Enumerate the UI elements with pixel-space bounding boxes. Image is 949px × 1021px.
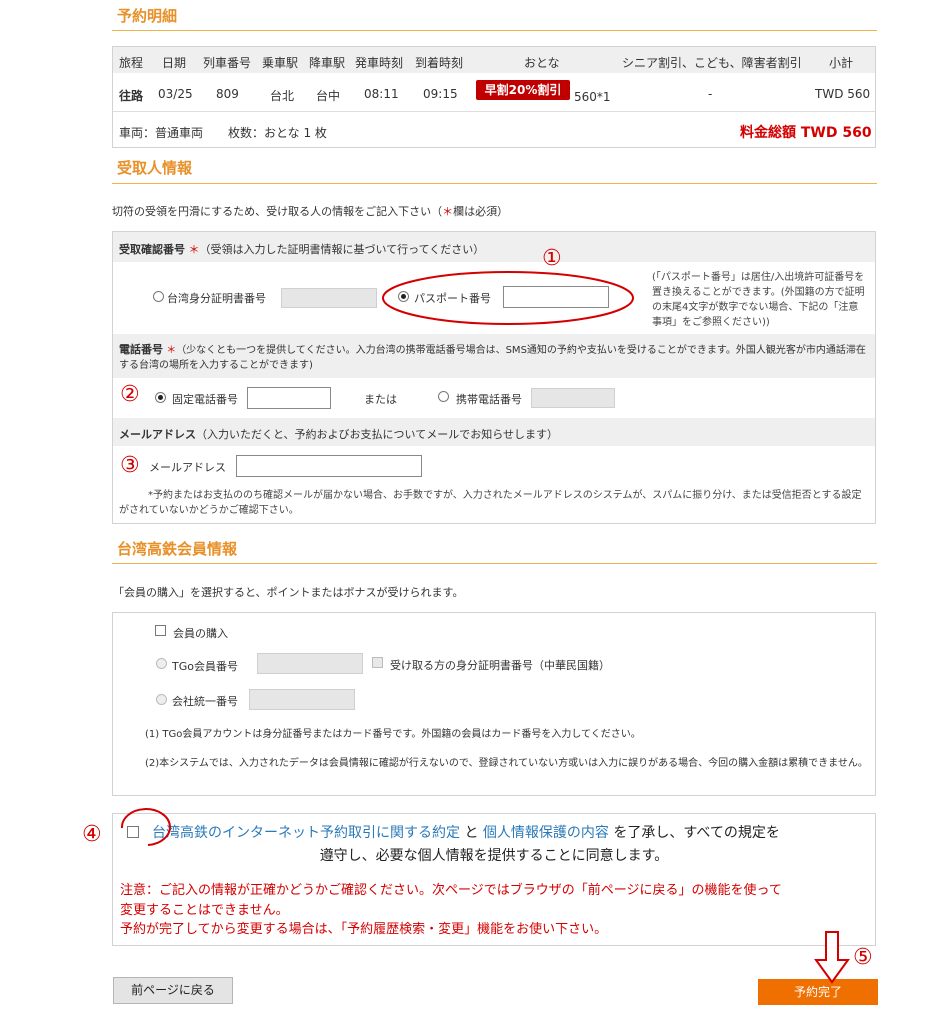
annotation-number-1: ①: [542, 246, 562, 271]
annotation-number-2: ②: [120, 382, 140, 407]
annotation-overlay: [120, 271, 850, 984]
annotation-number-3: ③: [120, 453, 140, 478]
down-arrow-icon: [814, 931, 850, 984]
annotation-number-5: ⑤: [853, 945, 873, 970]
annotation-number-4: ④: [82, 822, 102, 847]
annotation-ellipse-4: [120, 808, 171, 846]
annotation-ellipse-1: [382, 271, 634, 325]
